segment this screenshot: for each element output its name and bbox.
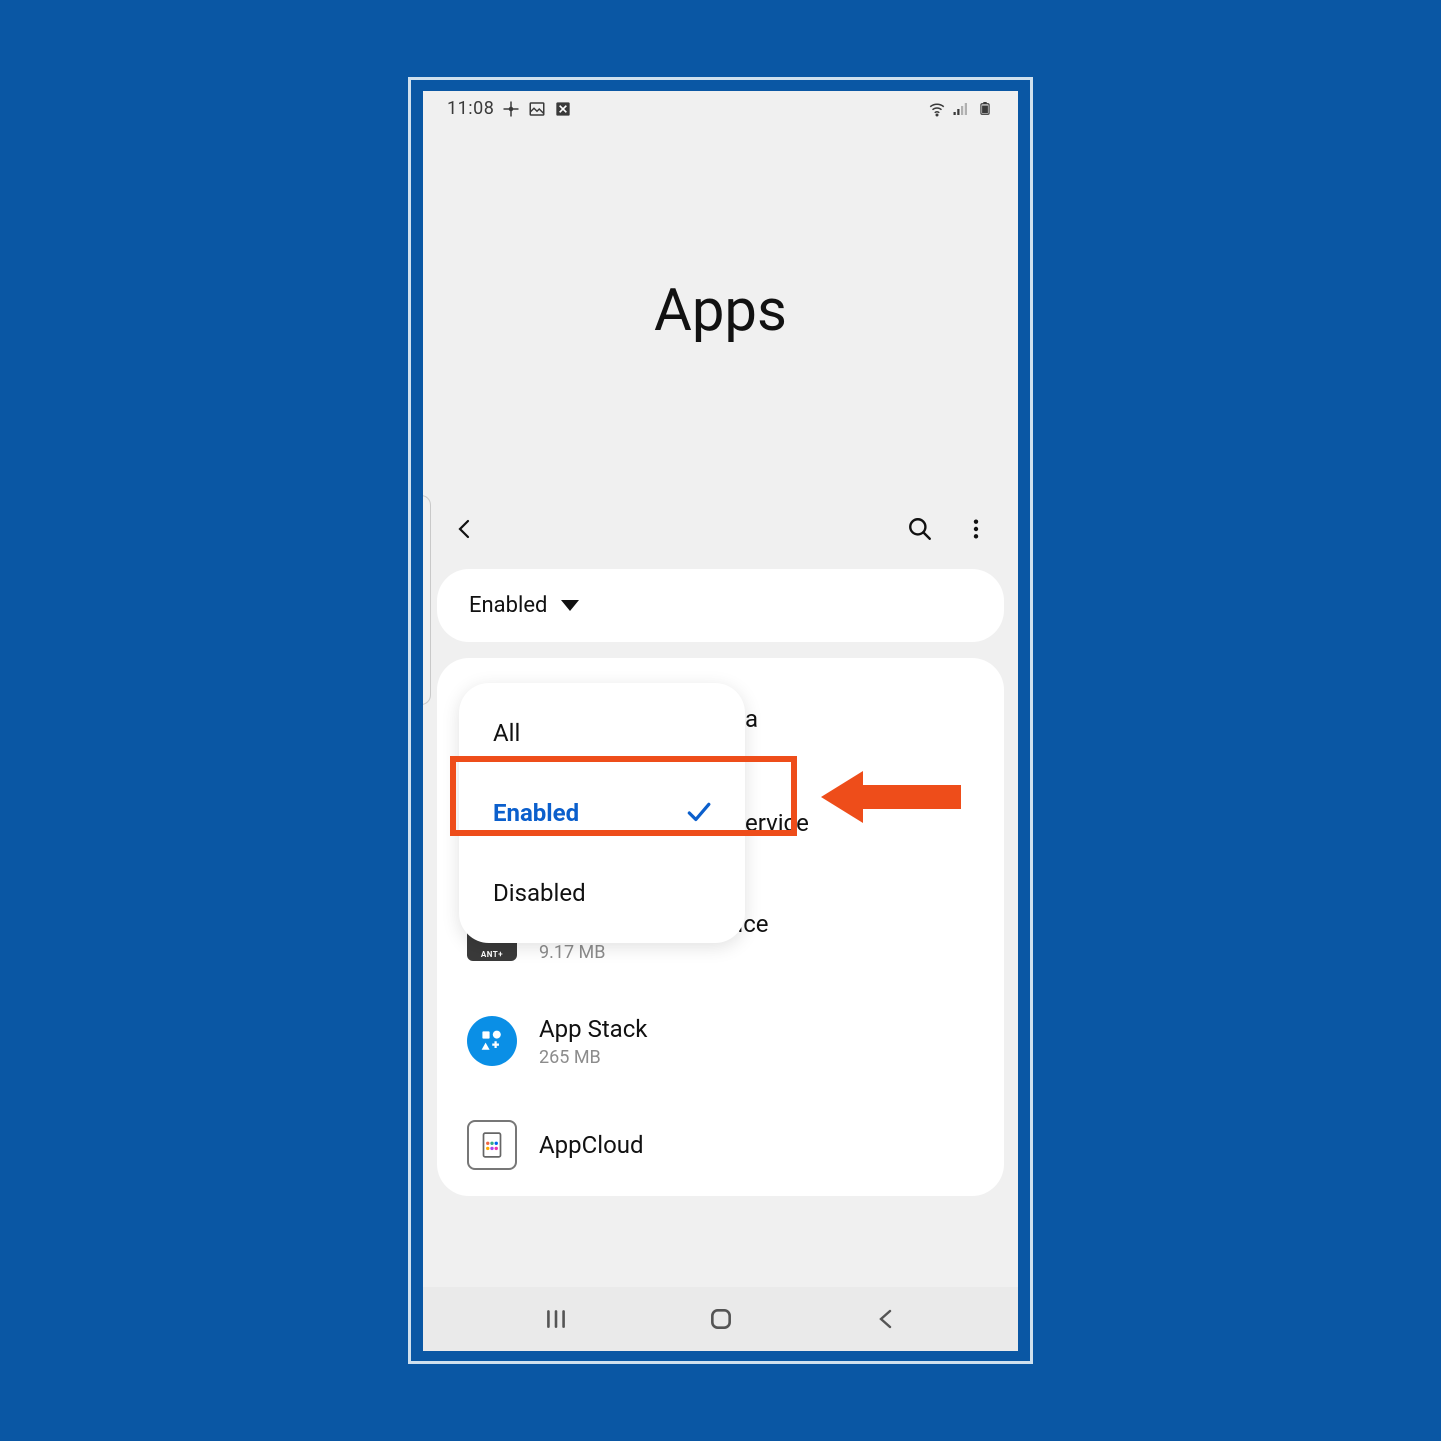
app-size: 9.17 MB	[539, 942, 769, 963]
list-item[interactable]: App Stack 265 MB	[437, 989, 1004, 1094]
filter-option-disabled[interactable]: Disabled	[459, 853, 745, 933]
filter-option-enabled[interactable]: Enabled	[459, 773, 745, 853]
app-name-partial: a	[745, 705, 758, 733]
chevron-down-icon	[561, 600, 579, 611]
filter-dropdown[interactable]: Enabled	[437, 569, 1004, 642]
app-name-partial: ervice	[745, 809, 809, 837]
status-time: 11:08	[447, 98, 494, 119]
nav-recents-button[interactable]	[542, 1305, 570, 1333]
page-title: Apps	[423, 277, 1018, 345]
phone-screen: 11:08	[423, 91, 1018, 1351]
close-box-icon	[554, 100, 572, 118]
check-icon	[685, 800, 711, 826]
appcloud-icon	[467, 1120, 517, 1170]
battery-icon	[976, 100, 994, 118]
image-icon	[528, 100, 546, 118]
tutorial-frame: 11:08	[408, 77, 1033, 1364]
app-size: 265 MB	[539, 1047, 647, 1068]
status-bar: 11:08	[423, 91, 1018, 127]
filter-option-label: Disabled	[493, 879, 586, 907]
more-options-button[interactable]	[962, 515, 990, 543]
search-button[interactable]	[906, 515, 934, 543]
list-item[interactable]: AppCloud	[437, 1094, 1004, 1178]
back-button[interactable]	[451, 515, 479, 543]
status-left: 11:08	[447, 98, 572, 119]
app-stack-icon	[467, 1016, 517, 1066]
filter-option-all[interactable]: All	[459, 693, 745, 773]
signal-icon	[952, 100, 970, 118]
status-right	[928, 100, 994, 118]
filter-option-label: Enabled	[493, 799, 579, 827]
wifi-icon	[928, 100, 946, 118]
scroll-handle[interactable]	[423, 495, 431, 705]
toolbar	[423, 515, 1018, 569]
filter-option-label: All	[493, 719, 520, 747]
app-name: App Stack	[539, 1015, 647, 1043]
app-name: AppCloud	[539, 1131, 644, 1159]
nav-back-button[interactable]	[872, 1305, 900, 1333]
navigation-bar	[423, 1287, 1018, 1351]
filter-selected-label: Enabled	[469, 593, 547, 618]
filter-popup: All Enabled Disabled	[459, 683, 745, 943]
nav-home-button[interactable]	[707, 1305, 735, 1333]
pinwheel-icon	[502, 100, 520, 118]
